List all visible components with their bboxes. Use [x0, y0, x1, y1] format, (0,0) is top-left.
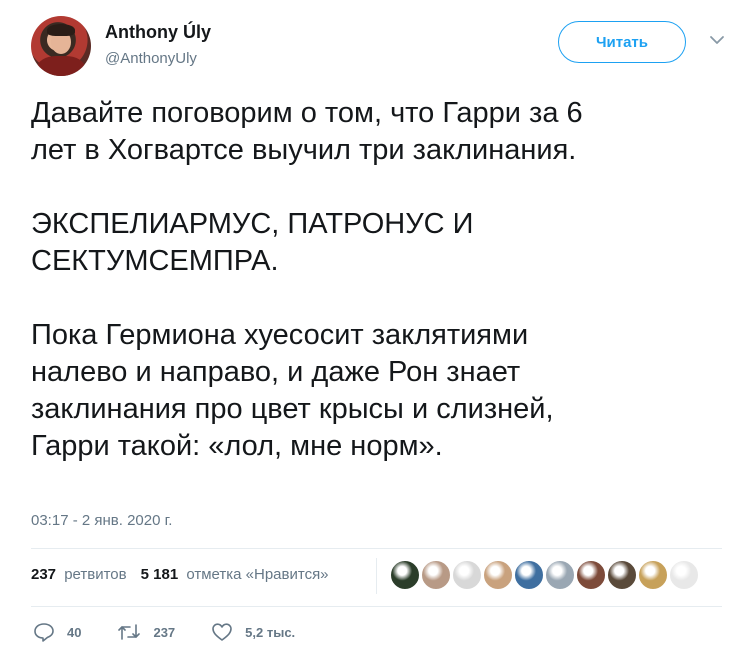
reply-icon — [34, 623, 54, 642]
retweets-stat[interactable]: 237 ретвитов — [31, 566, 127, 583]
tweet-header: Anthony Úly @AnthonyUly Читать — [31, 16, 725, 80]
divider-bottom — [31, 606, 722, 607]
like-button[interactable]: 5,2 тыс. — [211, 622, 295, 642]
liker-avatar[interactable] — [669, 560, 699, 590]
liker-avatar[interactable] — [638, 560, 668, 590]
liker-avatar[interactable] — [452, 560, 482, 590]
tweet-actions: 40 237 5,2 тыс. — [33, 622, 331, 642]
retweets-count: 237 — [31, 566, 57, 583]
tweet-text: Давайте поговорим о том, что Гарри за 6 … — [31, 97, 583, 462]
avatar-hair — [47, 24, 75, 36]
likes-count: 5 181 — [140, 566, 179, 583]
likes-stat[interactable]: 5 181 отметка «Нравится» — [141, 566, 329, 583]
author-avatar[interactable] — [31, 16, 91, 76]
retweets-label: ретвитов — [64, 566, 127, 583]
divider-top — [31, 548, 722, 549]
retweet-icon — [118, 624, 141, 640]
liker-avatar[interactable] — [483, 560, 513, 590]
liker-avatar[interactable] — [545, 560, 575, 590]
stats-separator — [376, 558, 377, 594]
liker-avatar[interactable] — [421, 560, 451, 590]
liker-avatar[interactable] — [576, 560, 606, 590]
liker-avatars[interactable] — [390, 560, 700, 590]
heart-icon — [212, 623, 232, 641]
avatar-shirt — [37, 56, 85, 76]
liker-avatar[interactable] — [514, 560, 544, 590]
tweet-stats: 237 ретвитов 5 181 отметка «Нравится» — [31, 566, 343, 583]
likes-label: отметка «Нравится» — [186, 566, 329, 583]
follow-button[interactable]: Читать — [558, 21, 686, 63]
author-name[interactable]: Anthony Úly — [105, 22, 211, 43]
author-handle[interactable]: @AnthonyUly — [105, 50, 197, 67]
tweet-timestamp[interactable]: 03:17 - 2 янв. 2020 г. — [31, 512, 172, 529]
retweet-button[interactable]: 237 — [117, 623, 175, 641]
like-count: 5,2 тыс. — [245, 624, 296, 640]
liker-avatar[interactable] — [607, 560, 637, 590]
retweet-count: 237 — [153, 624, 176, 640]
reply-count: 40 — [67, 624, 82, 640]
reply-button[interactable]: 40 — [33, 622, 81, 642]
liker-avatar[interactable] — [390, 560, 420, 590]
chevron-down-icon[interactable] — [709, 34, 725, 46]
